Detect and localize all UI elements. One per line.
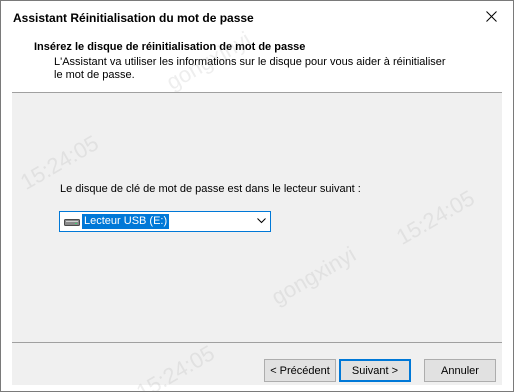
title-bar: Assistant Réinitialisation du mot de pas… [1,1,513,31]
close-icon [485,10,497,22]
cancel-button[interactable]: Annuler [424,359,496,382]
footer-divider [12,342,502,343]
back-button[interactable]: < Précédent [264,359,336,382]
drive-select[interactable]: Lecteur USB (E:) [59,211,271,232]
wizard-header: Insérez le disque de réinitialisation de… [12,33,502,93]
drive-select-value: Lecteur USB (E:) [80,213,171,230]
usb-drive-icon [64,219,80,226]
close-button[interactable] [469,1,513,31]
watermark-time: 15:24:05 [132,340,219,392]
watermark-time: 15:24:05 [392,185,479,250]
window-title: Assistant Réinitialisation du mot de pas… [13,11,254,25]
password-reset-wizard-window: Assistant Réinitialisation du mot de pas… [0,0,514,392]
next-button[interactable]: Suivant > [339,359,411,382]
drive-label: Le disque de clé de mot de passe est dan… [60,183,361,195]
header-title: Insérez le disque de réinitialisation de… [34,41,306,53]
watermark-user: gongxinyi [267,241,360,310]
chevron-down-icon [257,218,266,224]
wizard-body: Insérez le disque de réinitialisation de… [12,27,502,391]
header-description: L'Assistant va utiliser les informations… [54,56,446,81]
